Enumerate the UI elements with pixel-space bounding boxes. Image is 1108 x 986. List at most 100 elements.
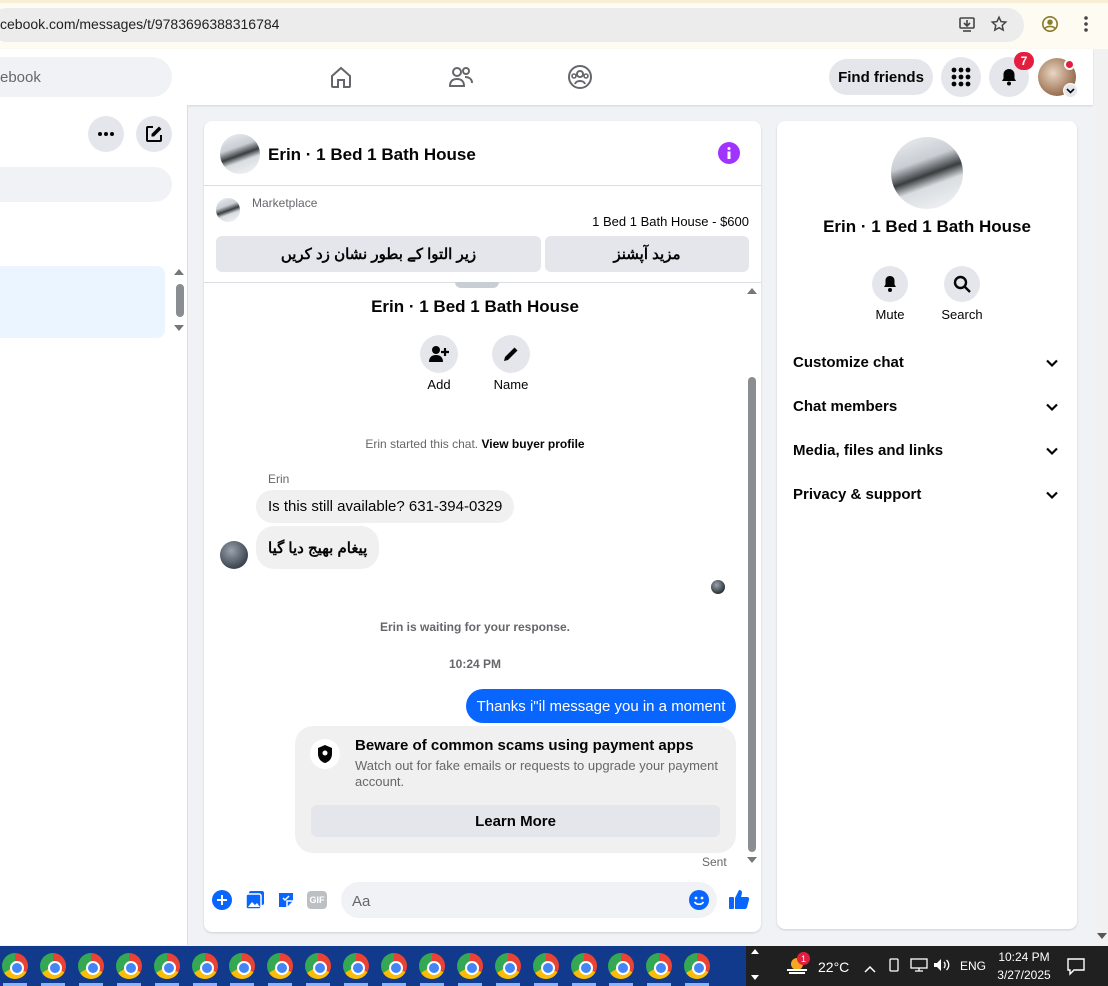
sent-message-bubble[interactable]: Thanks i"il message you in a moment bbox=[466, 689, 736, 723]
chrome-taskbar-icon[interactable] bbox=[39, 953, 66, 979]
profile-icon[interactable] bbox=[1040, 14, 1060, 34]
marketplace-label: Marketplace bbox=[252, 196, 318, 210]
scam-body: Watch out for fake emails or requests to… bbox=[355, 758, 718, 789]
chrome-taskbar-icon[interactable] bbox=[2, 953, 28, 979]
customize-chat-section[interactable]: Customize chat bbox=[793, 354, 904, 371]
clock-date[interactable]: 3/27/2025 bbox=[994, 968, 1054, 982]
message-input[interactable] bbox=[341, 882, 717, 918]
photo-icon[interactable] bbox=[245, 890, 265, 915]
volume-icon[interactable] bbox=[933, 958, 951, 977]
chrome-taskbar-icon[interactable] bbox=[418, 953, 445, 979]
more-options-icon[interactable] bbox=[88, 116, 124, 152]
account-chevron-icon[interactable] bbox=[1063, 83, 1078, 98]
network-icon[interactable] bbox=[910, 958, 928, 977]
chat-scroll-down[interactable] bbox=[747, 857, 757, 863]
chat-scroll-up[interactable] bbox=[747, 288, 757, 294]
chevron-down-icon[interactable] bbox=[1044, 487, 1060, 503]
listing-title[interactable]: 1 Bed 1 Bath House - $600 bbox=[560, 214, 749, 229]
chat-started-text: Erin started this chat. View buyer profi… bbox=[204, 437, 746, 451]
chevron-down-icon[interactable] bbox=[1044, 443, 1060, 459]
home-icon[interactable] bbox=[327, 63, 355, 91]
sender-avatar[interactable] bbox=[220, 541, 248, 569]
search-icon[interactable] bbox=[944, 266, 980, 302]
chrome-taskbar-icon[interactable] bbox=[115, 953, 142, 979]
list-scrollbar[interactable] bbox=[176, 284, 184, 317]
chat-info-panel bbox=[777, 121, 1077, 929]
shield-icon bbox=[310, 739, 340, 769]
waiting-text: Erin is waiting for your response. bbox=[379, 620, 571, 634]
clock-time[interactable]: 10:24 PM bbox=[996, 950, 1052, 964]
chat-list-panel bbox=[0, 105, 188, 945]
friends-icon[interactable] bbox=[447, 63, 475, 91]
message-bubble[interactable]: پیغام بھیج دیا گیا bbox=[256, 526, 380, 569]
chrome-taskbar-icon[interactable] bbox=[381, 953, 407, 979]
name-label: Name bbox=[493, 377, 529, 392]
chevron-down-icon[interactable] bbox=[1044, 355, 1060, 371]
privacy-support-section[interactable]: Privacy & support bbox=[793, 486, 921, 503]
scam-title: Beware of common scams using payment app… bbox=[355, 737, 694, 754]
mute-bell-icon[interactable] bbox=[872, 266, 908, 302]
add-label: Add bbox=[427, 377, 451, 392]
add-person-icon[interactable] bbox=[420, 335, 458, 373]
taskbar-apps bbox=[0, 946, 746, 986]
taskbar-scroll-up[interactable] bbox=[751, 949, 759, 954]
info-avatar[interactable] bbox=[891, 137, 963, 209]
new-message-icon[interactable] bbox=[136, 116, 172, 152]
avatar-dot bbox=[1064, 59, 1075, 70]
like-icon[interactable] bbox=[728, 888, 750, 915]
language-indicator[interactable]: ENG bbox=[960, 959, 986, 973]
notification-badge: 7 bbox=[1014, 52, 1034, 70]
info-icon[interactable] bbox=[718, 142, 740, 164]
more-options-button[interactable]: مزید آپشنز bbox=[545, 236, 749, 272]
gif-icon[interactable]: GIF bbox=[307, 891, 327, 909]
chrome-taskbar-icon[interactable] bbox=[532, 953, 559, 979]
groups-icon[interactable] bbox=[566, 63, 594, 91]
chrome-taskbar-icon[interactable] bbox=[684, 953, 711, 979]
sticker-icon[interactable] bbox=[276, 890, 296, 915]
chrome-taskbar-icon[interactable] bbox=[77, 953, 104, 979]
page-scroll-down[interactable] bbox=[1097, 933, 1107, 939]
install-icon[interactable] bbox=[957, 14, 977, 34]
emoji-icon[interactable] bbox=[689, 890, 709, 910]
chrome-taskbar-icon[interactable] bbox=[305, 953, 332, 979]
chat-header-photo bbox=[455, 282, 499, 288]
chrome-taskbar-icon[interactable] bbox=[494, 953, 521, 979]
taskbar-scroll-down[interactable] bbox=[751, 975, 759, 980]
chrome-taskbar-icon[interactable] bbox=[343, 953, 370, 979]
chrome-taskbar-icon[interactable] bbox=[191, 953, 218, 979]
seen-avatar bbox=[711, 580, 725, 594]
tray-chevron-up-icon[interactable] bbox=[864, 960, 876, 978]
url-text[interactable]: cebook.com/messages/t/9783696388316784 bbox=[0, 16, 279, 32]
tray-device-icon[interactable] bbox=[887, 958, 901, 977]
scroll-down-arrow[interactable] bbox=[174, 325, 184, 331]
message-bubble[interactable]: Is this still available? 631-394-0329 bbox=[256, 490, 515, 523]
weather-badge: 1 bbox=[797, 952, 810, 965]
menu-grid-icon[interactable] bbox=[941, 57, 981, 97]
timestamp: 10:24 PM bbox=[448, 657, 502, 671]
chat-title[interactable]: Erin · 1 Bed 1 Bath House bbox=[268, 145, 476, 165]
listing-thumbnail[interactable] bbox=[216, 198, 240, 222]
browser-menu-icon[interactable] bbox=[1076, 14, 1096, 34]
notification-center-icon[interactable] bbox=[1066, 956, 1086, 981]
find-friends-button[interactable]: Find friends bbox=[829, 59, 933, 95]
bookmark-star-icon[interactable] bbox=[989, 14, 1009, 34]
chrome-taskbar-icon[interactable] bbox=[153, 953, 180, 979]
media-files-section[interactable]: Media, files and links bbox=[793, 442, 943, 459]
view-buyer-profile-link[interactable]: View buyer profile bbox=[481, 437, 584, 451]
chat-scrollbar[interactable] bbox=[748, 377, 756, 852]
chrome-taskbar-icon[interactable] bbox=[456, 953, 483, 979]
weather-temp[interactable]: 22°C bbox=[818, 959, 849, 975]
chat-members-section[interactable]: Chat members bbox=[793, 398, 897, 415]
plus-icon[interactable] bbox=[212, 890, 232, 910]
header-divider bbox=[204, 185, 761, 186]
chat-avatar[interactable] bbox=[220, 134, 260, 174]
chrome-taskbar-icon[interactable] bbox=[570, 953, 597, 979]
selected-chat-item[interactable] bbox=[0, 266, 165, 338]
page-scrollbar[interactable] bbox=[1096, 50, 1108, 946]
scroll-up-arrow[interactable] bbox=[174, 269, 184, 275]
chevron-down-icon[interactable] bbox=[1044, 399, 1060, 415]
learn-more-button[interactable]: Learn More bbox=[311, 805, 720, 837]
edit-name-icon[interactable] bbox=[492, 335, 530, 373]
mark-pending-button[interactable]: زیر التوا کے بطور نشان زد کریں bbox=[216, 236, 541, 272]
chat-search-input[interactable] bbox=[0, 167, 172, 202]
